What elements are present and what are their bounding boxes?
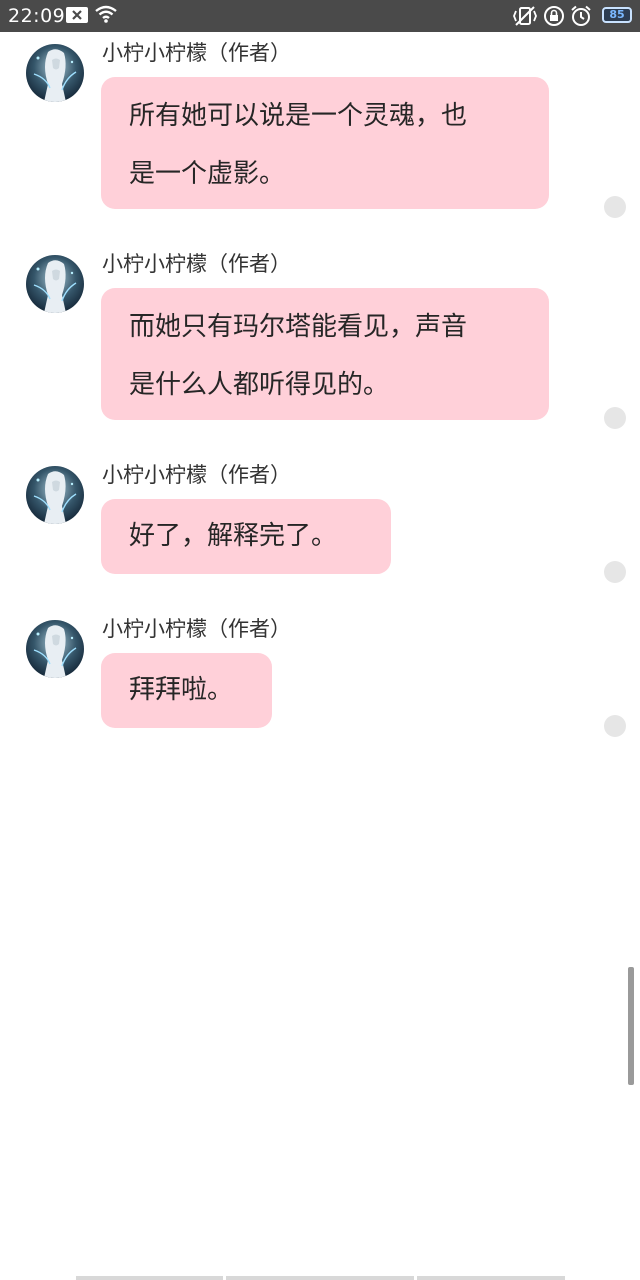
status-right-icons: 85 [512,5,632,27]
sender-name: 小柠小柠檬（作者） [102,463,291,487]
message-line: 所有她可以说是一个灵魂，也 [129,101,468,131]
wifi-icon [94,4,118,28]
read-status-dot [604,407,626,429]
message-bubble[interactable]: 所有她可以说是一个灵魂，也 是一个虚影。 [101,77,549,209]
sender-name: 小柠小柠檬（作者） [102,41,291,65]
read-status-dot [604,196,626,218]
status-time: 22:09 [8,5,66,27]
lock-rotation-icon [543,5,565,31]
read-status-dot [604,561,626,583]
battery-icon: 85 [602,7,632,23]
bottom-tab-indicator [417,1276,565,1280]
vibrate-icon [512,5,538,31]
message-bubble[interactable]: 拜拜啦。 [101,653,272,728]
avatar[interactable] [26,255,84,313]
bottom-tab-indicator [226,1276,414,1280]
message-line: 好了，解释完了。 [129,521,338,551]
message-line: 拜拜啦。 [129,675,234,705]
avatar[interactable] [26,620,84,678]
sender-name: 小柠小柠檬（作者） [102,617,291,641]
close-box-icon [66,7,88,27]
alarm-icon [570,5,592,31]
message-line: 而她只有玛尔塔能看见，声音 [129,312,468,342]
chat-screen: 22:09 85 小柠小柠檬（作者） 所有她可以说是一个灵魂，也 是一个虚影。 … [0,0,640,1280]
bottom-tab-indicator [76,1276,223,1280]
avatar[interactable] [26,44,84,102]
message-bubble[interactable]: 而她只有玛尔塔能看见，声音 是什么人都听得见的。 [101,288,549,420]
message-bubble[interactable]: 好了，解释完了。 [101,499,391,574]
scrollbar[interactable] [628,967,634,1085]
read-status-dot [604,715,626,737]
sender-name: 小柠小柠檬（作者） [102,252,291,276]
avatar[interactable] [26,466,84,524]
message-line: 是什么人都听得见的。 [129,370,390,400]
status-bar: 22:09 85 [0,0,640,32]
message-line: 是一个虚影。 [129,159,286,189]
